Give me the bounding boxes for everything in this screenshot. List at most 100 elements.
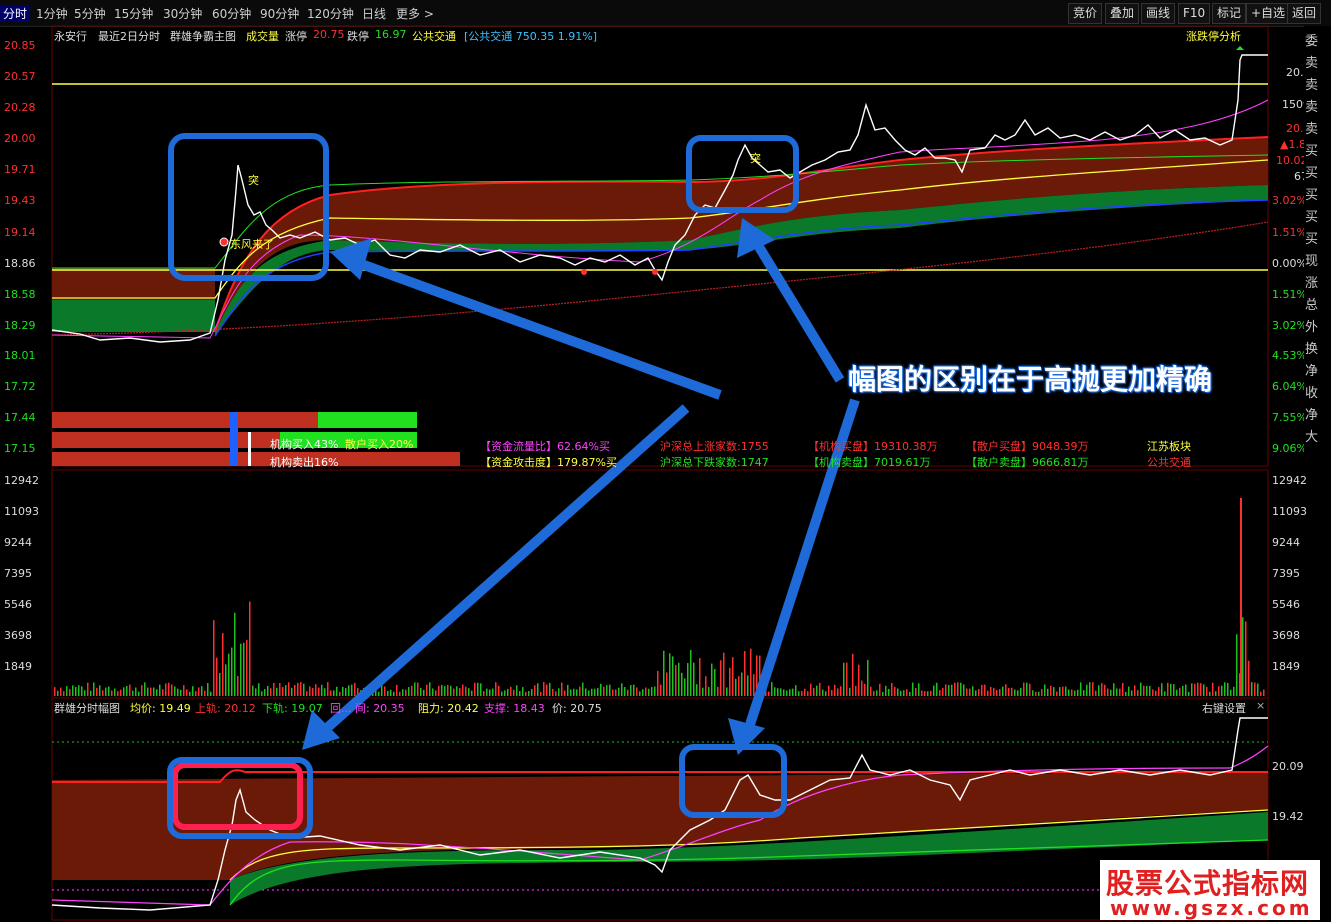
price-tick: 18.01 bbox=[4, 349, 36, 362]
volume-bar bbox=[453, 688, 455, 696]
indicator-name: 群雄争霸主图 bbox=[170, 30, 236, 43]
strip-label: 大 bbox=[1305, 430, 1319, 445]
strip-label: 净 bbox=[1305, 364, 1319, 379]
volume-bar bbox=[657, 670, 659, 696]
strip-label: 买 bbox=[1305, 232, 1319, 247]
volume-bar bbox=[741, 672, 743, 696]
volume-bar bbox=[693, 662, 695, 696]
volume-bar bbox=[528, 691, 530, 696]
pct-tick: 1.51% bbox=[1272, 288, 1307, 301]
pct-tick: 0.00% bbox=[1272, 257, 1307, 270]
volume-bar bbox=[378, 691, 380, 696]
volume-bar bbox=[78, 685, 80, 696]
volume-bar bbox=[1095, 690, 1097, 696]
volume-bar bbox=[426, 684, 428, 696]
strip-label: 收 bbox=[1305, 386, 1319, 401]
volume-bar bbox=[711, 663, 713, 696]
volume-bar bbox=[258, 683, 260, 696]
volume-bar bbox=[789, 689, 791, 696]
inst-buy-pct: 机构买入43% bbox=[270, 438, 339, 451]
volume-bar bbox=[1086, 684, 1088, 696]
volume-bar bbox=[807, 691, 809, 696]
volume-bar bbox=[513, 689, 515, 696]
limit-analysis-link[interactable]: 涨跌停分析 bbox=[1186, 28, 1241, 44]
volume-bar bbox=[498, 685, 500, 696]
volume-bar bbox=[1143, 685, 1145, 696]
volume-bar bbox=[1167, 682, 1169, 696]
volume-bar bbox=[681, 672, 683, 696]
sub-upper: 上轨: 20.12 bbox=[195, 702, 256, 715]
volume-bar bbox=[654, 686, 656, 696]
volume-bar bbox=[222, 633, 224, 696]
volume-bar bbox=[903, 690, 905, 696]
volume-bar bbox=[624, 687, 626, 696]
close-icon[interactable]: × bbox=[1256, 699, 1265, 712]
volume-bar bbox=[462, 684, 464, 696]
price-tick: 18.58 bbox=[4, 288, 36, 301]
volume-bar bbox=[162, 689, 164, 696]
board-jiangsu[interactable]: 江苏板块 bbox=[1147, 438, 1191, 454]
volume-bar bbox=[678, 662, 680, 696]
volume-bar bbox=[1251, 682, 1253, 696]
volume-tick-right: 7395 bbox=[1272, 567, 1300, 580]
volume-bar bbox=[1062, 686, 1064, 696]
volume-bar bbox=[195, 691, 197, 696]
volume-bar bbox=[1032, 690, 1034, 696]
volume-bar bbox=[393, 691, 395, 696]
volume-bar bbox=[1254, 682, 1256, 696]
volume-bar bbox=[1152, 689, 1154, 696]
volume-bar bbox=[981, 684, 983, 696]
strip-label: 买 bbox=[1305, 166, 1319, 181]
volume-bar bbox=[123, 687, 125, 696]
volume-bar bbox=[396, 684, 398, 696]
price-tick: 19.14 bbox=[4, 226, 36, 239]
volume-bar bbox=[930, 690, 932, 696]
volume-tick-right: 11093 bbox=[1272, 505, 1307, 518]
breakout-label-2: 突 bbox=[750, 151, 761, 165]
volume-bar bbox=[411, 685, 413, 696]
volume-bar bbox=[627, 689, 629, 696]
volume-bar bbox=[1119, 688, 1121, 696]
volume-bar bbox=[300, 682, 302, 696]
volume-bar bbox=[240, 643, 242, 696]
right-click-settings[interactable]: 右键设置 bbox=[1202, 700, 1246, 716]
volume-bar bbox=[1197, 682, 1199, 696]
volume-bar bbox=[312, 688, 314, 696]
volume-bar bbox=[783, 689, 785, 696]
board-transport[interactable]: 公共交通 bbox=[1147, 454, 1191, 470]
volume-tick: 3698 bbox=[4, 629, 32, 642]
volume-bar bbox=[846, 662, 848, 696]
signal-label: 东风来了 bbox=[230, 238, 274, 251]
volume-bar bbox=[492, 688, 494, 696]
volume-bar bbox=[96, 687, 98, 696]
strip-label: 买 bbox=[1305, 188, 1319, 203]
volume-bar bbox=[477, 682, 479, 696]
volume-bar bbox=[828, 685, 830, 696]
volume-bar bbox=[297, 682, 299, 696]
volume-bar bbox=[441, 684, 443, 696]
strip-label: 涨 bbox=[1305, 276, 1319, 291]
volume-bar bbox=[819, 682, 821, 696]
volume-bar bbox=[456, 686, 458, 696]
price-tick: 20.85 bbox=[4, 39, 36, 52]
volume-bar bbox=[984, 684, 986, 696]
volume-bar bbox=[216, 657, 218, 696]
volume-bar bbox=[315, 684, 317, 696]
volume-bar bbox=[639, 691, 641, 696]
volume-bar bbox=[294, 684, 296, 696]
volume-bar bbox=[774, 687, 776, 696]
volume-bar bbox=[921, 690, 923, 696]
volume-bar bbox=[180, 689, 182, 696]
volume-bar bbox=[90, 690, 92, 696]
volume-bar bbox=[1053, 687, 1055, 696]
volume-bar bbox=[153, 687, 155, 696]
volume-bar bbox=[924, 691, 926, 696]
volume-bar bbox=[1191, 683, 1193, 696]
sector-quote: [公共交通 750.35 1.91%] bbox=[464, 30, 598, 43]
price-tick: 18.86 bbox=[4, 257, 36, 270]
volume-bar bbox=[576, 689, 578, 696]
strip-label: 卖 bbox=[1305, 78, 1319, 93]
volume-bar bbox=[1113, 683, 1115, 696]
volume-bar bbox=[882, 691, 884, 696]
pct-tick: 3.02% bbox=[1272, 319, 1307, 332]
